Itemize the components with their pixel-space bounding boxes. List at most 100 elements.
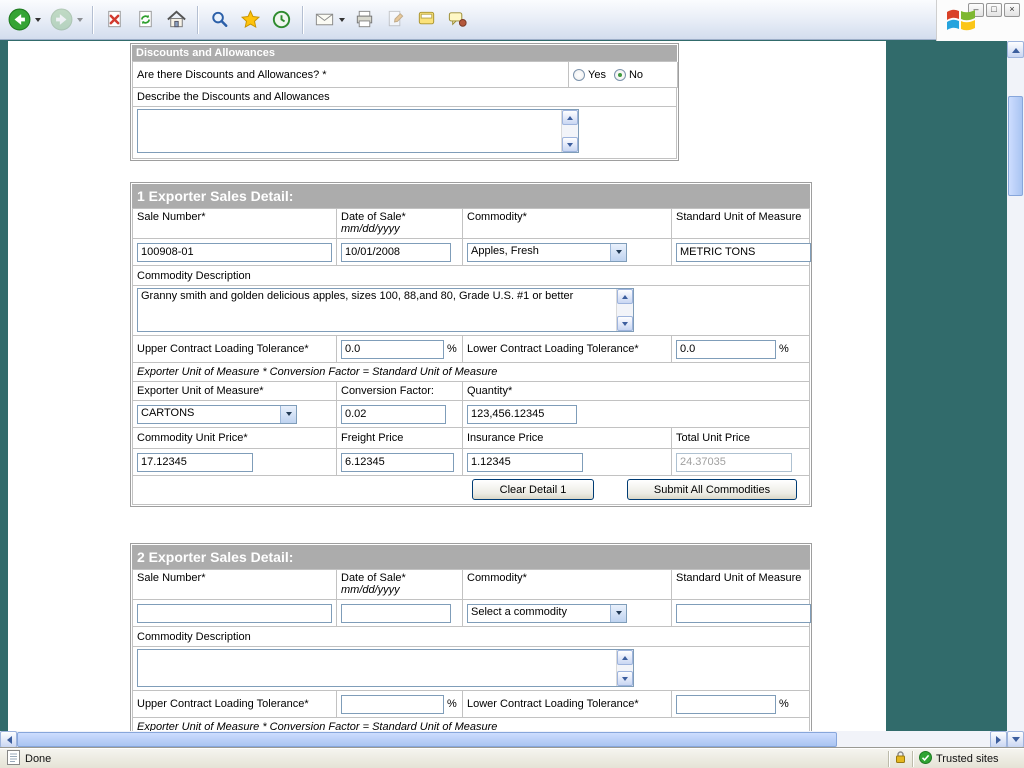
- detail1-standard-unit-header: Standard Unit of Measure: [672, 209, 810, 239]
- detail1-date-of-sale-header: Date of Sale*mm/dd/yyyy: [337, 209, 463, 239]
- detail2-commodity-description-textarea[interactable]: [137, 649, 634, 687]
- lock-icon: [895, 751, 906, 767]
- horizontal-scroll-thumb[interactable]: [17, 732, 837, 747]
- scroll-up-button[interactable]: [1007, 41, 1024, 58]
- detail2-date-of-sale-input[interactable]: [341, 604, 451, 623]
- back-button[interactable]: [4, 4, 44, 36]
- percent-label: %: [447, 698, 457, 710]
- table-row: Commodity Description: [133, 266, 810, 286]
- detail1-lower-tolerance-input[interactable]: [676, 340, 776, 359]
- discounts-radio-group: Yes No: [569, 62, 678, 88]
- home-button[interactable]: [162, 4, 191, 36]
- detail1-commodity-unit-price-input[interactable]: [137, 453, 253, 472]
- detail1-commodity-unit-price-header: Commodity Unit Price*: [133, 428, 337, 449]
- detail1-sale-number-input[interactable]: [137, 243, 332, 262]
- mail-dropdown-icon: [339, 18, 345, 22]
- textarea-scrollbar[interactable]: [616, 650, 633, 686]
- lock-pane: [888, 751, 912, 767]
- discounts-describe-label: Describe the Discounts and Allowances: [133, 88, 677, 107]
- textarea-scrollbar[interactable]: [561, 110, 578, 152]
- detail2-upper-tolerance-input[interactable]: [341, 695, 444, 714]
- submit-all-commodities-button[interactable]: Submit All Commodities: [627, 479, 797, 500]
- vertical-scroll-thumb[interactable]: [1008, 96, 1023, 196]
- messenger-button[interactable]: [412, 4, 441, 36]
- detail2-sale-number-input[interactable]: [137, 604, 332, 623]
- scroll-down-button[interactable]: [1007, 731, 1024, 748]
- detail2-conversion-note: Exporter Unit of Measure * Conversion Fa…: [133, 718, 810, 731]
- percent-label: %: [447, 343, 457, 355]
- forward-button[interactable]: [46, 4, 86, 36]
- detail1-conversion-note: Exporter Unit of Measure * Conversion Fa…: [133, 363, 810, 382]
- scroll-up-button[interactable]: [617, 289, 633, 304]
- mail-button[interactable]: [310, 4, 348, 36]
- dropdown-arrow-icon[interactable]: [280, 406, 296, 423]
- table-row: CARTONS: [133, 401, 810, 428]
- detail1-upper-tolerance-label: Upper Contract Loading Tolerance*: [133, 336, 337, 363]
- detail1-freight-price-input[interactable]: [341, 453, 454, 472]
- close-button[interactable]: ×: [1004, 3, 1020, 17]
- edit-icon: [384, 8, 407, 31]
- status-bar: Done Trusted sites: [0, 748, 1024, 768]
- detail1-commodity-select[interactable]: Apples, Fresh: [467, 243, 627, 262]
- detail1-quantity-header: Quantity*: [463, 382, 810, 401]
- refresh-button[interactable]: [131, 4, 160, 36]
- detail2-lower-tolerance-input[interactable]: [676, 695, 776, 714]
- date-format-label: mm/dd/yyyy: [341, 584, 458, 596]
- favorites-button[interactable]: [236, 4, 265, 36]
- detail1-commodity-description-label: Commodity Description: [133, 266, 810, 286]
- scroll-down-button[interactable]: [562, 137, 578, 152]
- detail1-commodity-description-textarea[interactable]: Granny smith and golden delicious apples…: [137, 288, 634, 332]
- detail1-insurance-price-header: Insurance Price: [463, 428, 672, 449]
- edit-button[interactable]: [381, 4, 410, 36]
- trusted-sites-label: Trusted sites: [936, 753, 999, 765]
- table-row: Upper Contract Loading Tolerance* % Lowe…: [133, 336, 810, 363]
- detail1-insurance-price-input[interactable]: [467, 453, 583, 472]
- document-page-icon: [7, 750, 20, 768]
- discuss-button[interactable]: [443, 4, 472, 36]
- dropdown-arrow-icon[interactable]: [610, 244, 626, 261]
- stop-icon: [103, 8, 126, 31]
- detail1-standard-unit-input[interactable]: [676, 243, 811, 262]
- detail2-commodity-header: Commodity*: [463, 570, 672, 600]
- discuss-icon: [446, 8, 469, 31]
- detail2-standard-unit-input[interactable]: [676, 604, 811, 623]
- status-done-text: Done: [25, 753, 51, 765]
- detail1-exporter-unit-select[interactable]: CARTONS: [137, 405, 297, 424]
- detail1-upper-tolerance-input[interactable]: [341, 340, 444, 359]
- history-button[interactable]: [267, 4, 296, 36]
- discounts-description-textarea[interactable]: [137, 109, 579, 153]
- browser-toolbar: – □ ×: [0, 0, 1024, 40]
- scroll-right-button[interactable]: [990, 731, 1007, 748]
- discounts-yes-label: Yes: [588, 69, 606, 81]
- horizontal-scrollbar[interactable]: [0, 731, 1007, 748]
- detail1-conversion-factor-input[interactable]: [341, 405, 446, 424]
- detail1-total-unit-price-header: Total Unit Price: [672, 428, 810, 449]
- detail1-date-of-sale-input[interactable]: [341, 243, 451, 262]
- textarea-scrollbar[interactable]: [616, 289, 633, 331]
- scroll-left-button[interactable]: [0, 731, 17, 748]
- vertical-scrollbar[interactable]: [1007, 41, 1024, 748]
- detail2-commodity-select-value: Select a commodity: [468, 605, 610, 622]
- detail2-lower-tolerance-label: Lower Contract Loading Tolerance*: [463, 691, 672, 718]
- detail2-commodity-select[interactable]: Select a commodity: [467, 604, 627, 623]
- clear-detail-1-button[interactable]: Clear Detail 1: [472, 479, 594, 500]
- discounts-question-label: Are there Discounts and Allowances? *: [133, 62, 569, 88]
- detail2-standard-unit-header: Standard Unit of Measure: [672, 570, 810, 600]
- search-button[interactable]: [205, 4, 234, 36]
- scroll-up-button[interactable]: [617, 650, 633, 665]
- toolbar-separator: [197, 6, 199, 34]
- scroll-up-button[interactable]: [562, 110, 578, 125]
- discounts-no-radio[interactable]: [614, 69, 626, 81]
- print-button[interactable]: [350, 4, 379, 36]
- scroll-down-button[interactable]: [617, 671, 633, 686]
- stop-button[interactable]: [100, 4, 129, 36]
- discounts-yes-radio[interactable]: [573, 69, 585, 81]
- restore-button[interactable]: □: [986, 3, 1002, 17]
- page-viewport: Discounts and Allowances Are there Disco…: [0, 41, 1007, 731]
- detail1-quantity-input[interactable]: [467, 405, 577, 424]
- scroll-down-button[interactable]: [617, 316, 633, 331]
- dropdown-arrow-icon[interactable]: [610, 605, 626, 622]
- detail2-date-of-sale-header: Date of Sale*mm/dd/yyyy: [337, 570, 463, 600]
- toolbar-separator: [302, 6, 304, 34]
- forward-icon: [49, 7, 74, 32]
